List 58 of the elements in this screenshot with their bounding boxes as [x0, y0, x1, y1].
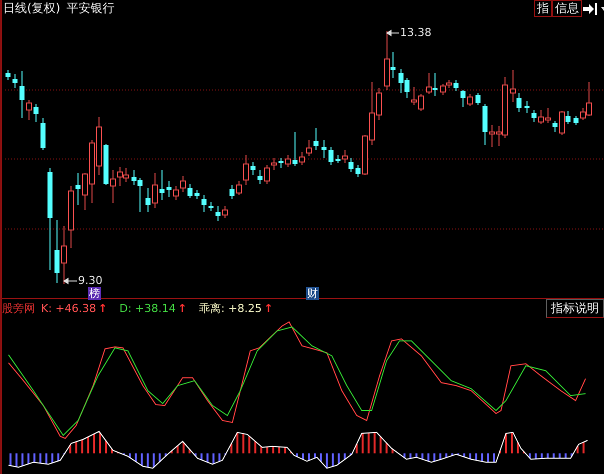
arrow-to-bar-icon[interactable] — [582, 2, 598, 16]
stock-name: 平安银行 — [66, 0, 114, 18]
candlestick — [322, 139, 326, 158]
indicator-help-button[interactable]: 指标说明 — [546, 299, 604, 318]
candlestick — [278, 157, 284, 168]
candlestick — [104, 143, 108, 186]
candlestick — [467, 93, 473, 106]
candlestick — [356, 164, 360, 178]
chart-period-label: 日线(复权) — [3, 0, 60, 18]
event-badge[interactable]: 财 — [306, 286, 319, 300]
candlestick — [292, 131, 298, 166]
candlestick — [574, 115, 578, 126]
high-price-label: 13.38 — [400, 26, 432, 39]
candlestick — [188, 183, 192, 198]
candlestick — [20, 70, 24, 118]
up-arrow-icon: ↑ — [264, 302, 274, 316]
up-arrow-icon: ↑ — [98, 302, 108, 316]
indicator-value: 乖离: +8.25 — [198, 301, 262, 316]
candlestick — [222, 205, 228, 218]
candlestick — [258, 169, 262, 184]
candlestick — [336, 154, 340, 164]
low-price-label: 9.30 — [78, 274, 102, 287]
up-arrow-icon: ↑ — [178, 302, 187, 316]
candlestick — [476, 92, 480, 106]
candlestick — [230, 184, 234, 200]
candlestick — [524, 100, 530, 114]
indicator-name: 股旁网 — [2, 301, 35, 316]
candlestick — [76, 172, 80, 206]
candlestick — [26, 99, 32, 120]
toolbar-button[interactable]: 指 — [534, 0, 552, 18]
candlestick — [285, 154, 291, 168]
indicator-value: D: +38.14 — [119, 302, 176, 316]
candlestick — [194, 189, 200, 200]
candlestick — [12, 73, 18, 88]
candlestick — [328, 146, 334, 166]
candlestick — [166, 180, 172, 198]
candlestick — [6, 69, 10, 80]
indicator-value: K: +46.38 — [41, 302, 96, 316]
candlestick — [532, 109, 536, 122]
candlestick — [34, 103, 38, 122]
candlestick — [152, 172, 158, 208]
candlestick — [160, 169, 164, 200]
candlestick — [460, 89, 466, 108]
candlestick — [454, 79, 458, 92]
candlestick — [216, 205, 220, 222]
event-badge[interactable]: 榜 — [88, 286, 101, 300]
leader-line — [386, 30, 400, 36]
candlestick — [314, 127, 318, 150]
leader-line — [63, 278, 78, 284]
toolbar-button[interactable]: 信息 — [552, 0, 582, 18]
candlestick — [146, 187, 150, 212]
candlestick — [552, 120, 558, 132]
candlestick — [54, 219, 60, 284]
candlestick — [202, 194, 206, 212]
candlestick — [208, 201, 214, 212]
candlestick — [250, 161, 256, 176]
candlestick — [482, 103, 488, 146]
candlestick — [40, 117, 46, 150]
